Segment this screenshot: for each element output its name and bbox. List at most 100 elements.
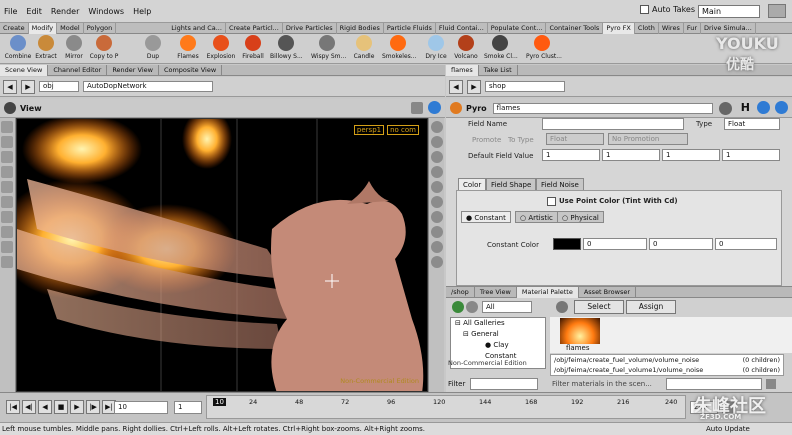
desktop-select[interactable]: Main [698, 5, 760, 18]
tree-item-all[interactable]: ⊟ All Galleries [455, 318, 545, 329]
menu-edit[interactable]: Edit [26, 7, 42, 16]
wireframe-icon[interactable] [431, 136, 443, 148]
auto-takes-checkbox[interactable] [640, 5, 649, 14]
to-type-select[interactable]: Float [546, 133, 604, 145]
back-icon[interactable]: ◀ [3, 79, 17, 94]
move-tool-icon[interactable] [1, 136, 13, 148]
shelf-tab-drive-particles[interactable]: Drive Particles [283, 22, 337, 34]
constant-color-b[interactable]: 0 [715, 238, 777, 250]
mode-artistic[interactable]: ○ Artistic [515, 211, 558, 223]
tool-copy-to-points[interactable]: Copy to P [88, 35, 120, 60]
display-options-menu[interactable]: no com [387, 125, 419, 135]
camera-menu[interactable]: persp1 [353, 125, 385, 135]
step-forward-icon[interactable]: |▶ [86, 400, 100, 414]
back-icon[interactable]: ◀ [449, 79, 463, 94]
tool-flames[interactable]: Flames [172, 35, 204, 60]
tree-item-general[interactable]: ⊟ General [455, 329, 545, 340]
shelf-tab-create-particles[interactable]: Create Particl... [226, 22, 283, 34]
menu-windows[interactable]: Windows [88, 7, 124, 16]
camera-icon[interactable] [431, 181, 443, 193]
tool-explosion[interactable]: Explosion [205, 35, 237, 60]
shelf-tab-container-tools[interactable]: Container Tools [546, 22, 604, 34]
stop-icon[interactable]: ■ [54, 400, 68, 414]
shelf-tab-cloth[interactable]: Cloth [635, 22, 659, 34]
constant-color-swatch[interactable] [553, 238, 581, 250]
brush-tool-icon[interactable] [1, 211, 13, 223]
help-icon[interactable] [775, 101, 788, 114]
tool-dup[interactable]: Dup [137, 35, 169, 60]
frame-marker[interactable]: 10 [213, 398, 226, 406]
tool-smokeless[interactable]: Smokeles... [382, 35, 416, 60]
desktop-menu-button[interactable] [768, 4, 786, 18]
forward-icon[interactable]: ▶ [21, 79, 35, 94]
display-icon[interactable] [431, 121, 443, 133]
shelf-tab-polygon[interactable]: Polygon [84, 22, 117, 34]
tab-asset-browser[interactable]: Asset Browser [579, 286, 637, 298]
tab-shop[interactable]: /shop [446, 286, 475, 298]
flames-thumbnail[interactable] [560, 318, 600, 344]
default-field-value-4[interactable]: 1 [722, 149, 780, 161]
play-icon[interactable]: ▶ [70, 400, 84, 414]
shelf-tab-model[interactable]: Model [57, 22, 84, 34]
assign-button[interactable]: Assign [626, 300, 676, 314]
camera-tool-icon[interactable] [1, 241, 13, 253]
normals-icon[interactable] [431, 241, 443, 253]
gallery-home-icon[interactable] [452, 301, 464, 313]
promotion-select[interactable]: No Promotion [608, 133, 688, 145]
view-option-icon[interactable] [411, 102, 423, 114]
jump-start-icon[interactable]: |◀ [6, 400, 20, 414]
select-button[interactable]: Select [574, 300, 624, 314]
shelf-tab-populate[interactable]: Populate Cont... [488, 22, 547, 34]
constant-color-r[interactable]: 0 [583, 238, 647, 250]
hda-icon[interactable]: H [741, 101, 750, 114]
tree-item-clay[interactable]: ● Clay [455, 340, 545, 351]
shelf-tab-fluid-containers[interactable]: Fluid Contai... [436, 22, 488, 34]
help-icon[interactable] [428, 101, 441, 114]
shaded-icon[interactable] [431, 151, 443, 163]
select-tool-icon[interactable] [1, 121, 13, 133]
menu-render[interactable]: Render [51, 7, 79, 16]
play-reverse-icon[interactable]: ◀ [38, 400, 52, 414]
tab-material-palette[interactable]: Material Palette [516, 286, 579, 298]
palette-option-icon[interactable] [766, 379, 776, 389]
tool-wispy-smoke[interactable]: Wispy Sm... [311, 35, 346, 60]
palette-refresh-icon[interactable] [556, 301, 568, 313]
gallery-filter-select[interactable]: All [482, 301, 532, 313]
scale-tool-icon[interactable] [1, 166, 13, 178]
shelf-tab-rigid-bodies[interactable]: Rigid Bodies [337, 22, 384, 34]
tab-color[interactable]: Color [458, 178, 487, 190]
tab-tree-view[interactable]: Tree View [475, 286, 517, 298]
tab-render-view[interactable]: Render View [107, 64, 159, 76]
shelf-tab-fur[interactable]: Fur [684, 22, 702, 34]
tab-composite-view[interactable]: Composite View [159, 64, 223, 76]
palette-row[interactable]: /obj/feima/create_fuel_volume/volume_noi… [551, 355, 783, 365]
tool-volcano[interactable]: Volcano [450, 35, 482, 60]
field-name-input[interactable] [542, 118, 684, 130]
gear-icon[interactable] [719, 102, 732, 115]
path-network[interactable]: AutoDopNetwork [83, 81, 213, 92]
mode-constant[interactable]: ● Constant [461, 211, 511, 223]
view-gear-icon[interactable] [4, 102, 16, 114]
snap-tool-icon[interactable] [1, 256, 13, 268]
step-back-icon[interactable]: ◀| [22, 400, 36, 414]
shelf-tab-pyro[interactable]: Pyro FX [603, 22, 635, 34]
auto-takes[interactable]: Auto Takes [640, 5, 695, 14]
tool-fireball[interactable]: Fireball [237, 35, 269, 60]
tool-candle[interactable]: Candle [348, 35, 380, 60]
type-select[interactable]: Float [724, 118, 780, 130]
node-name-field[interactable]: flames [492, 102, 713, 114]
mode-physical[interactable]: ○ Physical [557, 211, 604, 223]
shelf-tab-create[interactable]: Create [0, 22, 29, 34]
tab-field-noise[interactable]: Field Noise [536, 178, 584, 190]
ghost-icon[interactable] [431, 196, 443, 208]
tab-scene-view[interactable]: Scene View [0, 64, 49, 76]
template-icon[interactable] [431, 211, 443, 223]
default-field-value-3[interactable]: 1 [662, 149, 720, 161]
constant-color-g[interactable]: 0 [649, 238, 713, 250]
timeline-ruler[interactable]: 10 24 48 72 96 120 144 168 192 216 240 [206, 395, 686, 419]
shelf-tab-lights[interactable]: Lights and Ca... [168, 22, 226, 34]
visualize-icon[interactable] [431, 256, 443, 268]
tool-smoke-cluster[interactable]: Smoke Cl... [484, 35, 518, 60]
gallery-search-icon[interactable] [466, 301, 478, 313]
auto-update-select[interactable]: Auto Update [706, 423, 750, 435]
